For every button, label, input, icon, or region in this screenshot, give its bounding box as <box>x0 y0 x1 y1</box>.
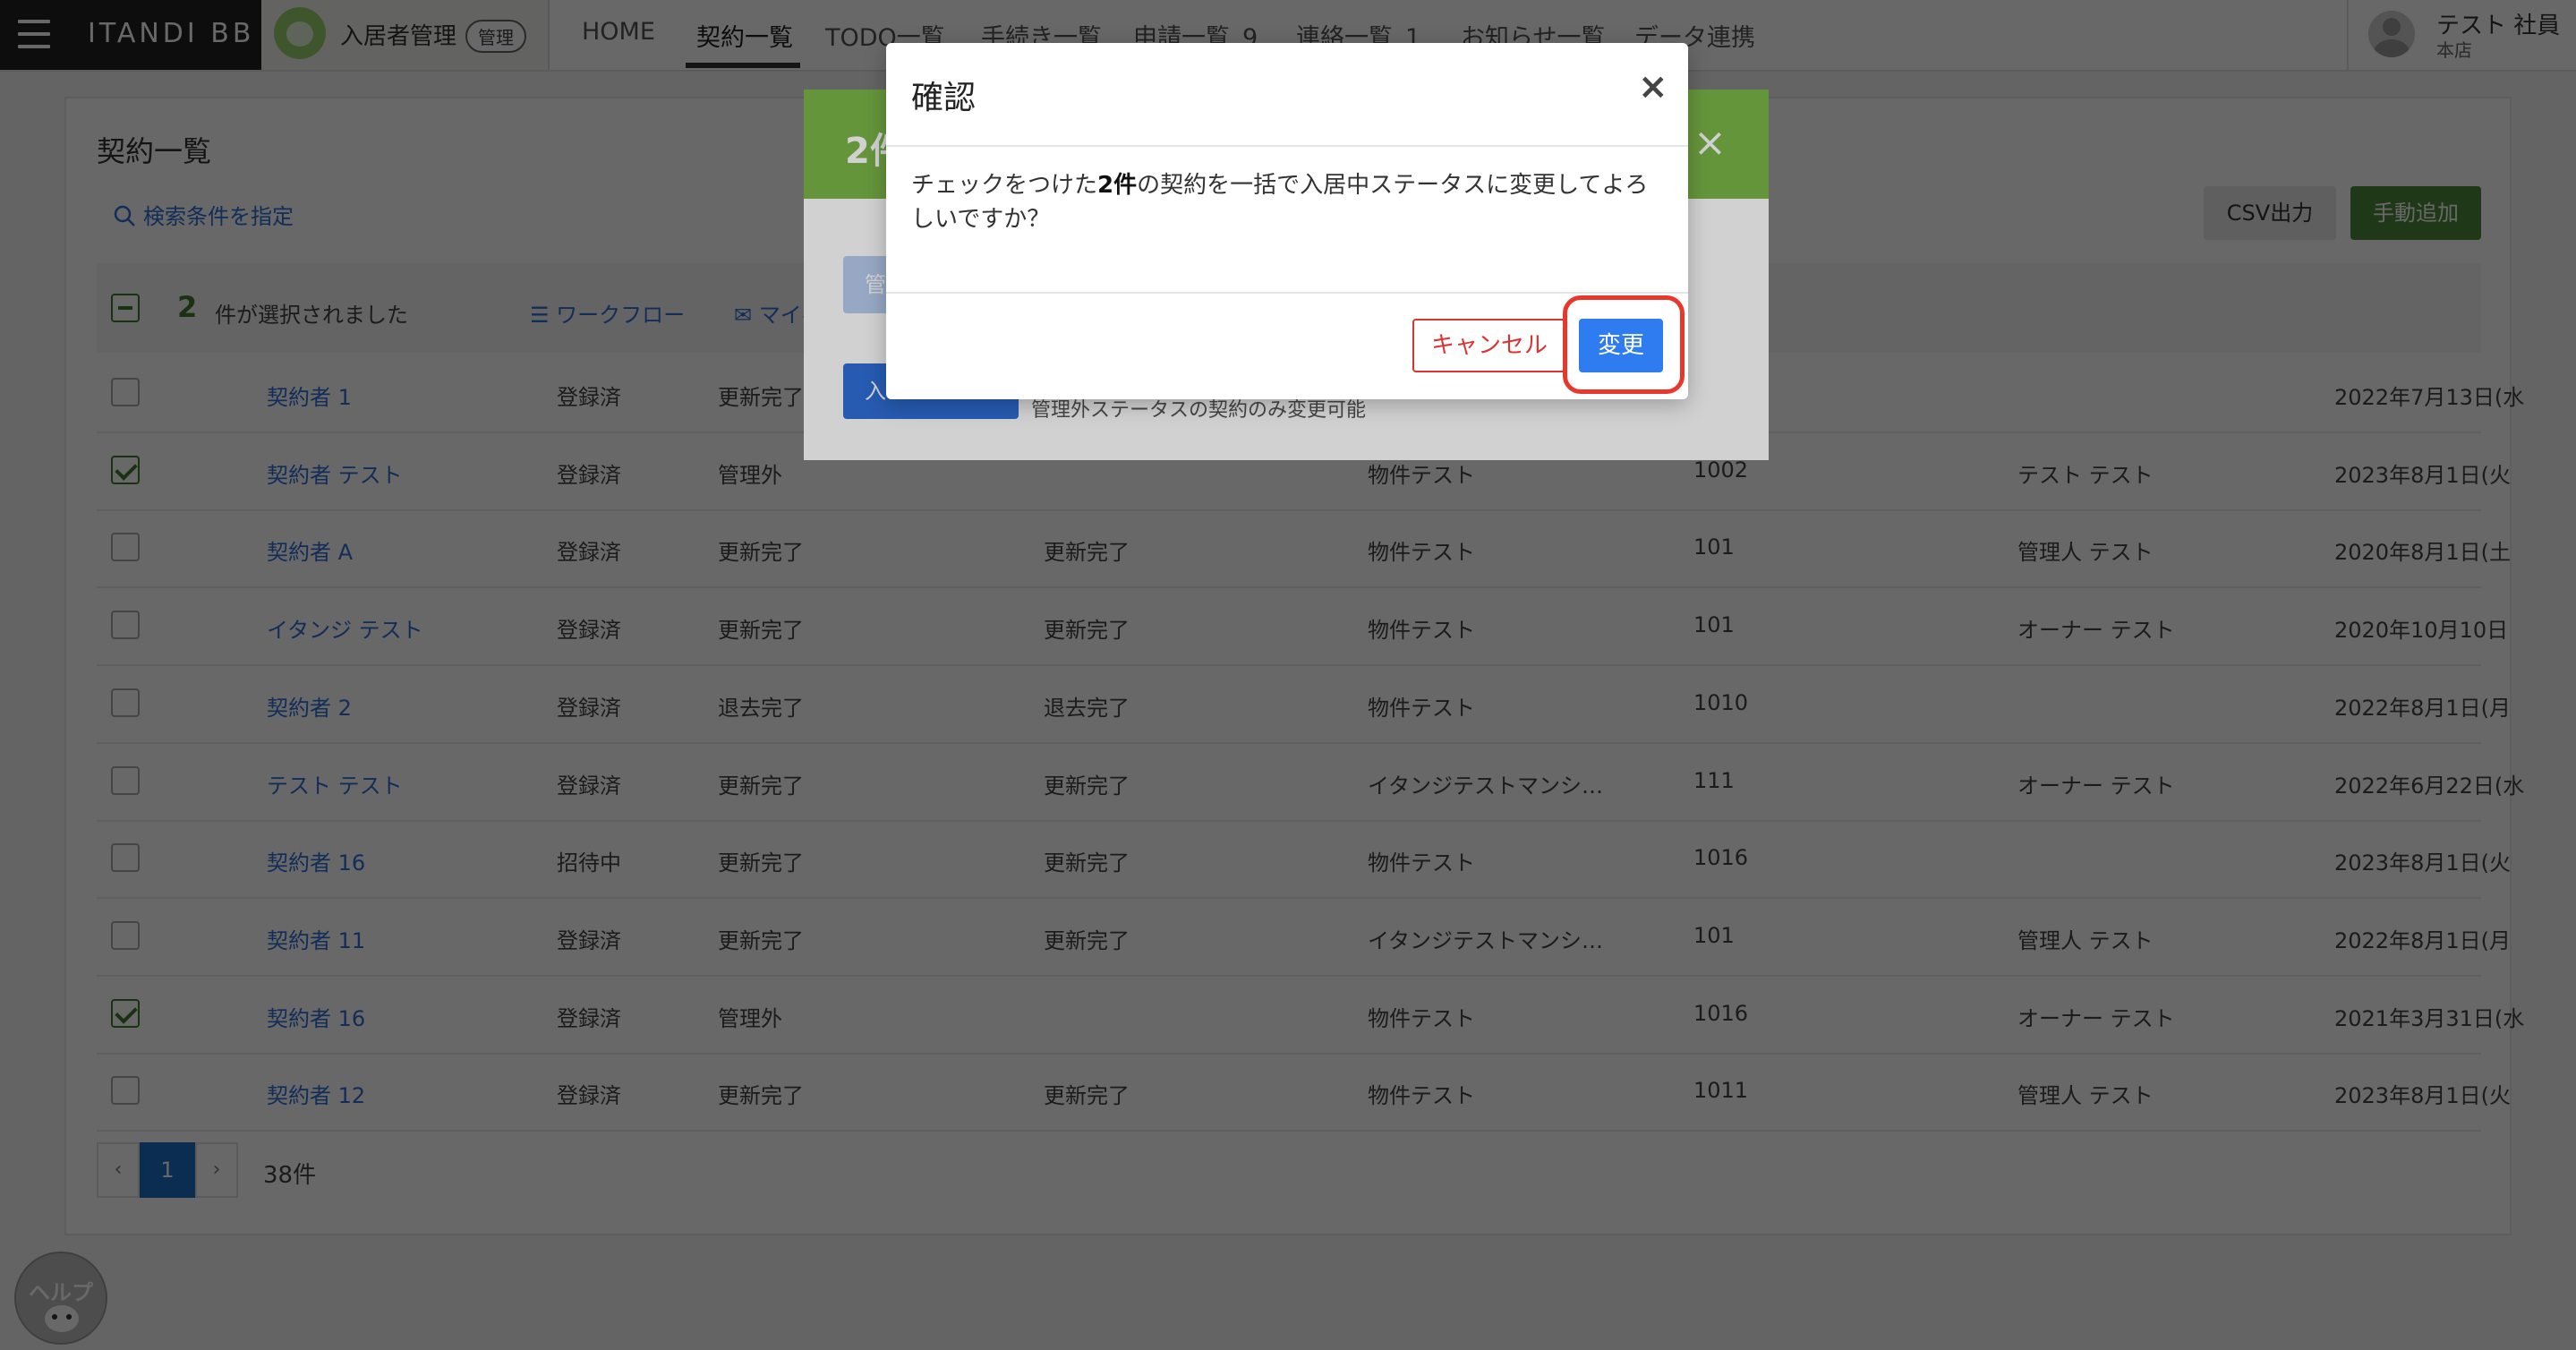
close-icon[interactable]: × <box>1638 66 1668 107</box>
dialog-message: チェックをつけた2件の契約を一括で入居中ステータスに変更してよろしいですか？ <box>911 168 1663 236</box>
dialog-message-pre: チェックをつけた <box>911 172 1098 199</box>
highlight-annotation <box>1563 295 1685 394</box>
dialog-divider <box>886 145 1688 147</box>
dialog-message-count: 2件 <box>1097 172 1138 199</box>
dialog-title: 確認 <box>911 80 977 116</box>
dialog-footer-divider <box>886 292 1688 294</box>
cancel-button[interactable]: キャンセル <box>1412 319 1566 372</box>
